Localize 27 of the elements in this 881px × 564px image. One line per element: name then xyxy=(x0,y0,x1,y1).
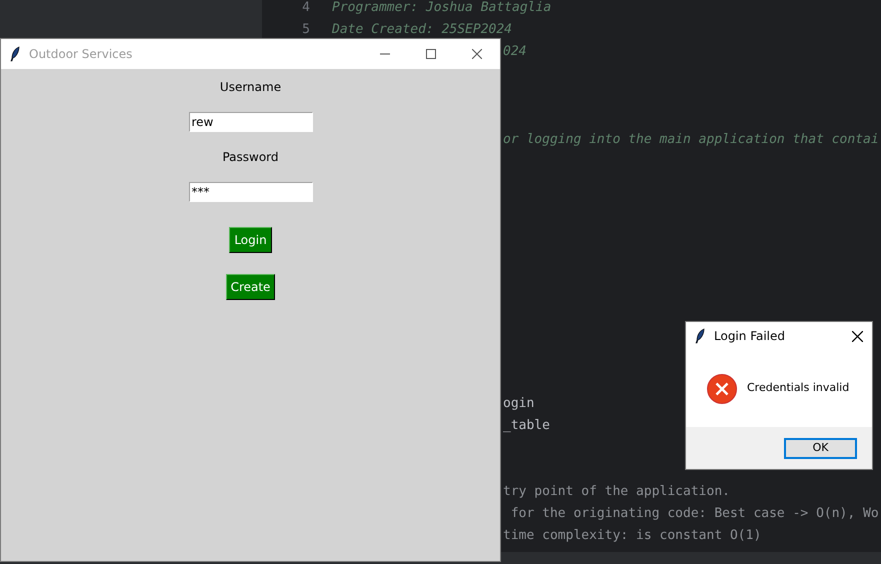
window-title: Outdoor Services xyxy=(29,46,132,63)
maximize-icon xyxy=(426,49,436,59)
error-icon xyxy=(707,374,737,404)
input-field[interactable]: rew xyxy=(188,112,312,132)
line-number: 4 xyxy=(301,0,311,17)
ok-button[interactable]: OK xyxy=(784,438,857,458)
feather-icon xyxy=(694,328,706,344)
action-button[interactable]: Login xyxy=(229,227,272,253)
code-comment: try point of the application. xyxy=(503,483,730,501)
field-label: Password xyxy=(222,149,279,166)
feather-icon xyxy=(9,46,21,62)
code-comment: 024 xyxy=(503,43,526,61)
close-icon xyxy=(472,49,482,59)
action-button[interactable]: Create xyxy=(226,274,276,300)
line-number: 5 xyxy=(301,21,311,39)
code-comment: or logging into the main application that contai xyxy=(503,131,879,149)
code-comment: Date Created: 25SEP2024 xyxy=(331,21,512,39)
input-field[interactable]: *** xyxy=(188,182,312,202)
code-line: _table xyxy=(503,417,550,435)
code-comment: Programmer: Joshua Battaglia xyxy=(331,0,552,17)
error-message: Credentials invalid xyxy=(747,380,850,396)
code-comment: time complexity: is constant O(1) xyxy=(503,527,762,545)
close-icon xyxy=(852,330,862,342)
code-line: ogin xyxy=(503,395,534,413)
code-comment: for the originating code: Best case -> O(n), Wo xyxy=(510,505,879,523)
dialog-title: Login Failed xyxy=(714,328,786,345)
field-label: Username xyxy=(220,79,282,96)
